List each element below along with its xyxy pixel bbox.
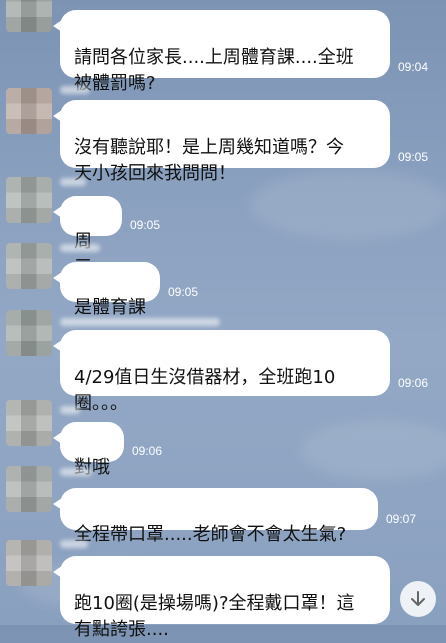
message-bubble[interactable]: 請問各位家長....上周體育課....全班 被體罰嗎?: [53, 10, 390, 94]
message-time: 09:07: [386, 512, 417, 526]
message-time: 09:05: [130, 218, 161, 232]
background-cloud: [300, 420, 446, 480]
sender-name: [60, 540, 88, 548]
message-time: 09:05: [398, 150, 429, 164]
message-bubble[interactable]: 跑10圈(是操場嗎)?全程戴口罩！這 有點誇張....: [53, 556, 390, 640]
sender-name: [60, 406, 80, 414]
arrow-down-icon: [411, 591, 425, 606]
avatar[interactable]: [6, 466, 52, 512]
message-bubble[interactable]: 沒有聽說耶！是上周幾知道嗎？今 天小孩回來我問問！: [53, 100, 390, 184]
avatar[interactable]: [6, 243, 52, 289]
sender-name: [60, 318, 220, 326]
avatar[interactable]: [6, 310, 52, 356]
message-time: 09:06: [132, 444, 163, 458]
message-time: 09:04: [398, 60, 429, 74]
message-bubble[interactable]: 全程帶口罩.....老師會不會太生氣?: [53, 488, 378, 545]
avatar[interactable]: [6, 0, 52, 32]
sender-name: [60, 244, 100, 252]
message-bubble[interactable]: 4/29值日生沒借器材，全班跑10 圈。。。: [53, 330, 390, 414]
message-time: 09:05: [168, 285, 199, 299]
message-bubble[interactable]: 對哦: [53, 422, 124, 478]
avatar[interactable]: [6, 177, 52, 223]
message-text: 是體育課: [74, 297, 146, 318]
message-text: 全程帶口罩.....老師會不會太生氣?: [74, 524, 347, 545]
message-text: 請問各位家長....上周體育課....全班 被體罰嗎?: [74, 47, 354, 94]
avatar[interactable]: [6, 540, 52, 586]
sender-name: [60, 178, 86, 186]
message-text: 4/29值日生沒借器材，全班跑10 圈。。。: [74, 367, 336, 414]
avatar[interactable]: [6, 88, 52, 134]
message-text: 跑10圈(是操場嗎)?全程戴口罩！這 有點誇張....: [74, 593, 355, 640]
message-bubble[interactable]: 是體育課: [53, 262, 160, 318]
message-time: 09:06: [398, 376, 429, 390]
sender-name: [60, 468, 92, 476]
background-cloud: [250, 170, 446, 240]
sender-name: [60, 86, 90, 94]
scroll-to-bottom-button[interactable]: [400, 581, 436, 617]
message-bubble[interactable]: 周三: [53, 196, 122, 278]
avatar[interactable]: [6, 400, 52, 446]
